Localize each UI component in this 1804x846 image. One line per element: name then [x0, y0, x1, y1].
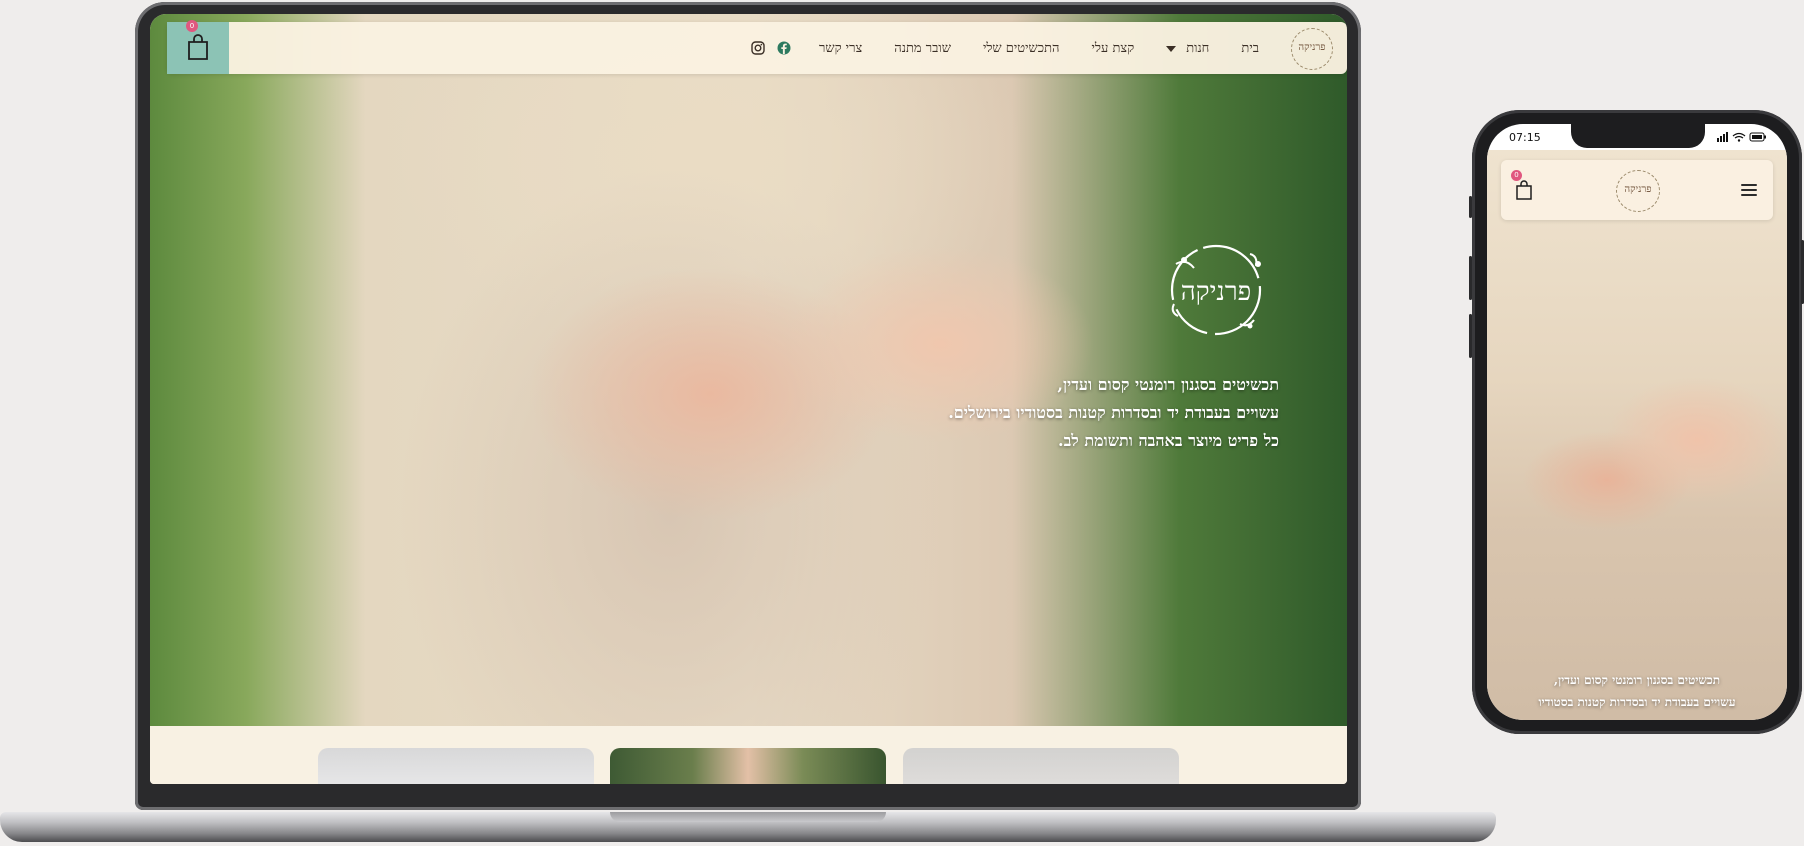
cart-button[interactable]: 0	[167, 20, 229, 74]
mobile-navbar: 0 פרניקה	[1501, 160, 1773, 220]
cart-count-badge: 0	[1511, 170, 1522, 181]
hero-logo-text: פרניקה	[1181, 277, 1252, 307]
mobile-hero-photo	[1487, 150, 1787, 720]
nav-menu: בית חנות קצת עלי התכשיטים שלי שובר מתנה …	[751, 22, 1259, 74]
laptop-screen: 0 בית חנות קצת עלי התכשיטים שלי שובר מתנ…	[150, 14, 1347, 784]
nav-item-about[interactable]: קצת עלי	[1092, 40, 1135, 56]
product-card[interactable]	[610, 748, 886, 784]
site-logo[interactable]: פרניקה	[1291, 28, 1333, 70]
logo-text: פרניקה	[1624, 184, 1652, 195]
shopping-bag-icon	[188, 34, 208, 60]
cart-count-badge: 0	[186, 20, 198, 32]
nav-item-home[interactable]: בית	[1241, 40, 1259, 56]
nav-item-contact[interactable]: צרי קשר	[819, 40, 862, 56]
hero-brand-logo: פרניקה	[1170, 244, 1262, 336]
status-icons	[1717, 132, 1766, 142]
laptop-opening-notch	[610, 812, 886, 822]
mobile-hero-tagline: תכשיטים בסגנון רומנטי קסום ועדין, עשויים…	[1487, 669, 1787, 713]
phone-screen: 07:15 0 פרניקה תכשיטים בסגנון רומנטי קסו…	[1487, 124, 1787, 720]
product-card[interactable]	[318, 748, 594, 784]
site-logo[interactable]: פרניקה	[1616, 170, 1660, 212]
hero-photo: 0 בית חנות קצת עלי התכשיטים שלי שובר מתנ…	[150, 14, 1347, 726]
status-time: 07:15	[1509, 131, 1541, 144]
product-cards-strip	[150, 726, 1347, 784]
main-navbar: 0 בית חנות קצת עלי התכשיטים שלי שובר מתנ…	[167, 20, 1347, 74]
nav-item-gift-card[interactable]: שובר מתנה	[894, 40, 951, 56]
shopping-bag-icon[interactable]	[1515, 180, 1533, 200]
instagram-icon[interactable]	[751, 41, 765, 55]
hero-line-1: תכשיטים בסגנון רומנטי קסום ועדין,	[1057, 375, 1279, 394]
phone-side-button	[1469, 196, 1472, 218]
mobile-hero-line-1: תכשיטים בסגנון רומנטי קסום ועדין,	[1553, 673, 1721, 687]
product-card[interactable]	[903, 748, 1179, 784]
phone-side-button	[1469, 314, 1472, 358]
hero-line-2: עשויים בעבודת יד ובסדרות קטנות בסטודיו ב…	[948, 403, 1279, 422]
mobile-hero-line-2: עשויים בעבודת יד ובסדרות קטנות בסטודיו	[1538, 695, 1736, 709]
nav-item-shop[interactable]: חנות	[1166, 40, 1209, 56]
hero-tagline: תכשיטים בסגנון רומנטי קסום ועדין, עשויים…	[759, 371, 1279, 455]
facebook-icon[interactable]	[777, 41, 791, 55]
hero-line-3: כל פריט מיוצר באהבה ותשומת לב.	[1058, 431, 1279, 450]
nav-item-my-jewelry[interactable]: התכשיטים שלי	[983, 40, 1060, 56]
menu-hamburger-icon[interactable]	[1741, 184, 1757, 196]
phone-notch	[1571, 124, 1705, 148]
logo-text: פרניקה	[1298, 42, 1326, 53]
social-links	[751, 41, 791, 55]
phone-side-button	[1469, 256, 1472, 300]
